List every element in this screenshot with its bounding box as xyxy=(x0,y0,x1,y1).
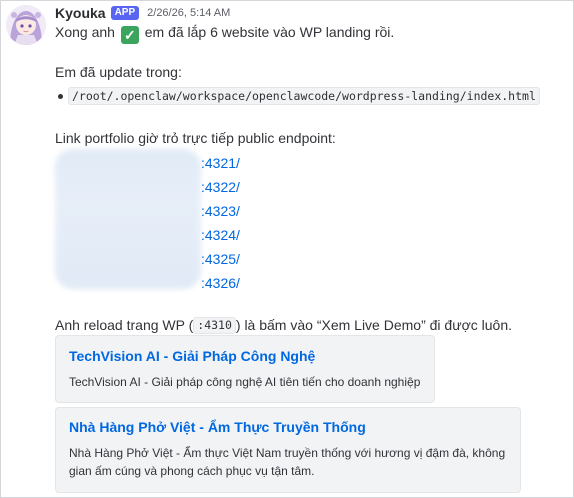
portfolio-link[interactable]: :4326/ xyxy=(201,273,240,293)
embed-title-link[interactable]: TechVision AI - Giải Pháp Công Nghệ xyxy=(69,348,315,364)
portfolio-link[interactable]: :4322/ xyxy=(201,177,240,197)
embed-description: Nhà Hàng Phở Việt - Ẩm thực Việt Nam tru… xyxy=(69,446,506,478)
embed-description: TechVision AI - Giải pháp công nghệ AI t… xyxy=(69,375,421,389)
reload-port-code: :4310 xyxy=(193,317,236,334)
embed-title-link[interactable]: Nhà Hàng Phở Việt - Ẩm Thực Truyền Thống xyxy=(69,419,366,435)
portfolio-link[interactable]: :4325/ xyxy=(201,249,240,269)
intro-text-before: Xong anh xyxy=(55,24,115,40)
white-check-mark-icon: ✓ xyxy=(120,26,139,44)
list-item: :4326/ xyxy=(55,273,255,293)
chat-message: Kyouka APP 2/26/26, 5:14 AM Xong anh ✓ e… xyxy=(0,0,574,498)
updated-path-code: /root/.openclaw/workspace/openclawcode/w… xyxy=(68,87,540,105)
portfolio-link[interactable]: :4323/ xyxy=(201,201,240,221)
list-item: :4324/ xyxy=(55,225,255,245)
avatar[interactable] xyxy=(6,5,46,45)
list-item: :4323/ xyxy=(55,201,255,221)
list-item: :4325/ xyxy=(55,249,255,269)
bullet-dot xyxy=(58,94,63,99)
portfolio-label: Link portfolio giờ trỏ trực tiếp public … xyxy=(55,130,336,146)
timestamp[interactable]: 2/26/26, 5:14 AM xyxy=(147,7,230,19)
list-item: :4321/ xyxy=(55,153,255,173)
intro-line: Xong anh ✓ em đã lắp 6 website vào WP la… xyxy=(55,23,394,44)
reload-text-after: ) là bấm vào “Xem Live Demo” đi được luô… xyxy=(235,317,512,333)
link-embed-techvision: TechVision AI - Giải Pháp Công Nghệ Tech… xyxy=(55,335,435,403)
reload-text-before: Anh reload trang WP ( xyxy=(55,317,194,333)
author-name[interactable]: Kyouka xyxy=(55,5,106,21)
portfolio-link[interactable]: :4324/ xyxy=(201,225,240,245)
reload-line: Anh reload trang WP (:4310) là bấm vào “… xyxy=(55,316,512,334)
message-header: Kyouka APP 2/26/26, 5:14 AM xyxy=(55,5,230,21)
intro-text-after: em đã lắp 6 website vào WP landing rồi. xyxy=(144,24,395,40)
portfolio-link[interactable]: :4321/ xyxy=(201,153,240,173)
list-item: :4322/ xyxy=(55,177,255,197)
link-embed-pho-viet: Nhà Hàng Phở Việt - Ẩm Thực Truyền Thống… xyxy=(55,407,521,493)
app-badge: APP xyxy=(110,6,140,20)
updated-label: Em đã update trong: xyxy=(55,64,182,80)
